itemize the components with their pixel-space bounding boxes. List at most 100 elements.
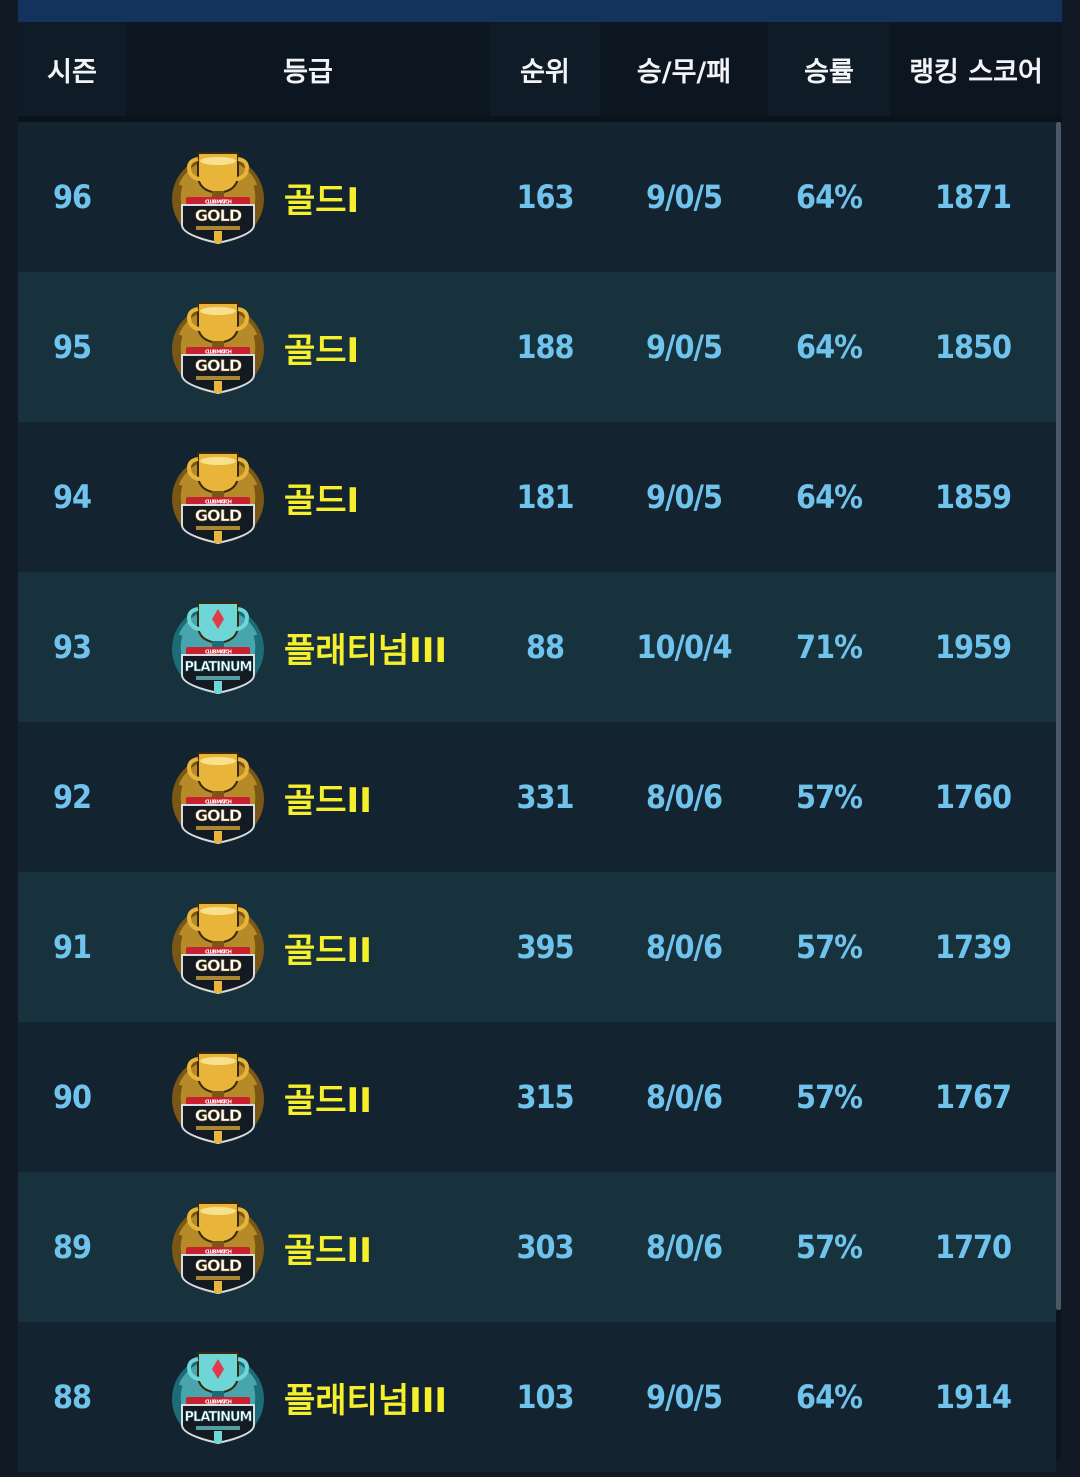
platinum-badge-icon: CLUB MATCHPLATINUM	[172, 602, 264, 695]
table-row[interactable]: 90 CLUB MATCH GOLD 골드II 315 8/0/6 57% 176…	[18, 1022, 1056, 1172]
ranking-score-cell: 1739	[934, 928, 1012, 966]
wdl-cell: 9/0/5	[645, 178, 723, 216]
win-rate-cell: 64%	[796, 178, 863, 216]
grade-label: 골드I	[284, 330, 360, 371]
table-row[interactable]: 91 CLUB MATCH GOLD 골드II 395 8/0/6 57% 173…	[18, 872, 1056, 1022]
gold-badge-icon: CLUB MATCHGOLD	[172, 152, 264, 245]
win-rate-cell: 57%	[796, 1078, 863, 1116]
scrollbar-thumb[interactable]	[1056, 122, 1061, 1310]
wdl-cell: 9/0/5	[645, 1378, 723, 1416]
table-row[interactable]: 89 CLUB MATCH GOLD 골드II 303 8/0/6 57% 177…	[18, 1172, 1056, 1322]
rank-cell: 181	[516, 478, 574, 516]
ranking-score-cell: 1859	[934, 478, 1012, 516]
gold-badge-icon: CLUB MATCHGOLD	[172, 902, 264, 995]
win-rate-cell: 64%	[796, 1378, 863, 1416]
grade-label: 플래티넘III	[284, 630, 448, 671]
gold-badge-icon: CLUB MATCHGOLD	[172, 302, 264, 395]
season-history-panel: 시즌 등급 순위 승/무/패 승률 랭킹 스코어 96 CLUB MATCH GO…	[18, 0, 1062, 1477]
gold-badge-icon: CLUB MATCHGOLD	[172, 1052, 264, 1145]
ranking-score-cell: 1871	[934, 178, 1012, 216]
svg-text:GOLD: GOLD	[195, 1106, 242, 1125]
grade-cell: CLUB MATCH GOLD 골드II	[126, 722, 490, 872]
win-rate-cell: 57%	[796, 928, 863, 966]
gold-badge-icon: CLUB MATCHGOLD	[172, 452, 264, 545]
season-cell: 95	[52, 328, 92, 366]
season-cell: 88	[52, 1378, 92, 1416]
rank-cell: 103	[516, 1378, 574, 1416]
table-row[interactable]: 93 CLUB MATCH PLATINUM 플래티넘III 88 10/0/4 …	[18, 572, 1056, 722]
rank-cell: 315	[516, 1078, 574, 1116]
grade-label: 골드II	[284, 780, 372, 821]
svg-text:GOLD: GOLD	[195, 956, 242, 975]
grade-cell: CLUB MATCH GOLD 골드II	[126, 872, 490, 1022]
grade-cell: CLUB MATCH GOLD 골드I	[126, 272, 490, 422]
grade-cell: CLUB MATCH GOLD 골드II	[126, 1022, 490, 1172]
header-ranking-score[interactable]: 랭킹 스코어	[890, 22, 1062, 116]
grade-cell: CLUB MATCH PLATINUM 플래티넘III	[126, 1322, 490, 1472]
table-row[interactable]: 92 CLUB MATCH GOLD 골드II 331 8/0/6 57% 176…	[18, 722, 1056, 872]
svg-text:GOLD: GOLD	[195, 806, 242, 825]
gold-badge-icon: CLUB MATCHGOLD	[172, 752, 264, 845]
season-cell: 91	[52, 928, 92, 966]
table-row[interactable]: 96 CLUB MATCH GOLD 골드I 163 9/0/5 64% 1871	[18, 122, 1056, 272]
rank-cell: 188	[516, 328, 574, 366]
svg-text:PLATINUM: PLATINUM	[185, 660, 252, 675]
wdl-cell: 8/0/6	[645, 778, 723, 816]
rank-cell: 303	[516, 1228, 574, 1266]
win-rate-cell: 71%	[796, 628, 863, 666]
season-cell: 93	[52, 628, 92, 666]
svg-text:GOLD: GOLD	[195, 506, 242, 525]
grade-cell: CLUB MATCH GOLD 골드II	[126, 1172, 490, 1322]
wdl-cell: 8/0/6	[645, 928, 723, 966]
wdl-cell: 8/0/6	[645, 1078, 723, 1116]
grade-cell: CLUB MATCH GOLD 골드I	[126, 122, 490, 272]
rank-cell: 395	[516, 928, 574, 966]
wdl-cell: 8/0/6	[645, 1228, 723, 1266]
win-rate-cell: 57%	[796, 778, 863, 816]
rank-cell: 88	[525, 628, 565, 666]
grade-cell: CLUB MATCH GOLD 골드I	[126, 422, 490, 572]
ranking-score-cell: 1770	[934, 1228, 1012, 1266]
season-table-body: 96 CLUB MATCH GOLD 골드I 163 9/0/5 64% 1871…	[18, 122, 1056, 1472]
grade-label: 골드II	[284, 1080, 372, 1121]
header-wdl[interactable]: 승/무/패	[600, 22, 768, 116]
grade-label: 골드II	[284, 1230, 372, 1271]
season-cell: 94	[52, 478, 92, 516]
season-cell: 90	[52, 1078, 92, 1116]
season-cell: 92	[52, 778, 92, 816]
scrollbar-track[interactable]	[1056, 1310, 1061, 1460]
table-header: 시즌 등급 순위 승/무/패 승률 랭킹 스코어	[18, 22, 1062, 116]
ranking-score-cell: 1767	[934, 1078, 1012, 1116]
grade-label: 골드I	[284, 180, 360, 221]
wdl-cell: 9/0/5	[645, 478, 723, 516]
svg-text:GOLD: GOLD	[195, 206, 242, 225]
wdl-cell: 10/0/4	[636, 628, 732, 666]
table-row[interactable]: 94 CLUB MATCH GOLD 골드I 181 9/0/5 64% 1859	[18, 422, 1056, 572]
header-season[interactable]: 시즌	[18, 22, 126, 116]
ranking-score-cell: 1914	[934, 1378, 1012, 1416]
header-grade[interactable]: 등급	[126, 22, 490, 116]
table-row[interactable]: 95 CLUB MATCH GOLD 골드I 188 9/0/5 64% 1850	[18, 272, 1056, 422]
table-row[interactable]: 88 CLUB MATCH PLATINUM 플래티넘III 103 9/0/5 …	[18, 1322, 1056, 1472]
header-rank[interactable]: 순위	[490, 22, 600, 116]
win-rate-cell: 57%	[796, 1228, 863, 1266]
season-cell: 96	[52, 178, 92, 216]
gold-badge-icon: CLUB MATCHGOLD	[172, 1202, 264, 1295]
win-rate-cell: 64%	[796, 328, 863, 366]
rank-cell: 331	[516, 778, 574, 816]
grade-label: 골드II	[284, 930, 372, 971]
win-rate-cell: 64%	[796, 478, 863, 516]
season-cell: 89	[52, 1228, 92, 1266]
ranking-score-cell: 1850	[934, 328, 1012, 366]
platinum-badge-icon: CLUB MATCHPLATINUM	[172, 1352, 264, 1445]
wdl-cell: 9/0/5	[645, 328, 723, 366]
grade-label: 골드I	[284, 480, 360, 521]
svg-text:GOLD: GOLD	[195, 356, 242, 375]
grade-label: 플래티넘III	[284, 1380, 448, 1421]
top-strip	[18, 0, 1062, 22]
ranking-score-cell: 1959	[934, 628, 1012, 666]
grade-cell: CLUB MATCH PLATINUM 플래티넘III	[126, 572, 490, 722]
header-win-rate[interactable]: 승률	[768, 22, 890, 116]
rank-cell: 163	[516, 178, 574, 216]
svg-text:GOLD: GOLD	[195, 1256, 242, 1275]
